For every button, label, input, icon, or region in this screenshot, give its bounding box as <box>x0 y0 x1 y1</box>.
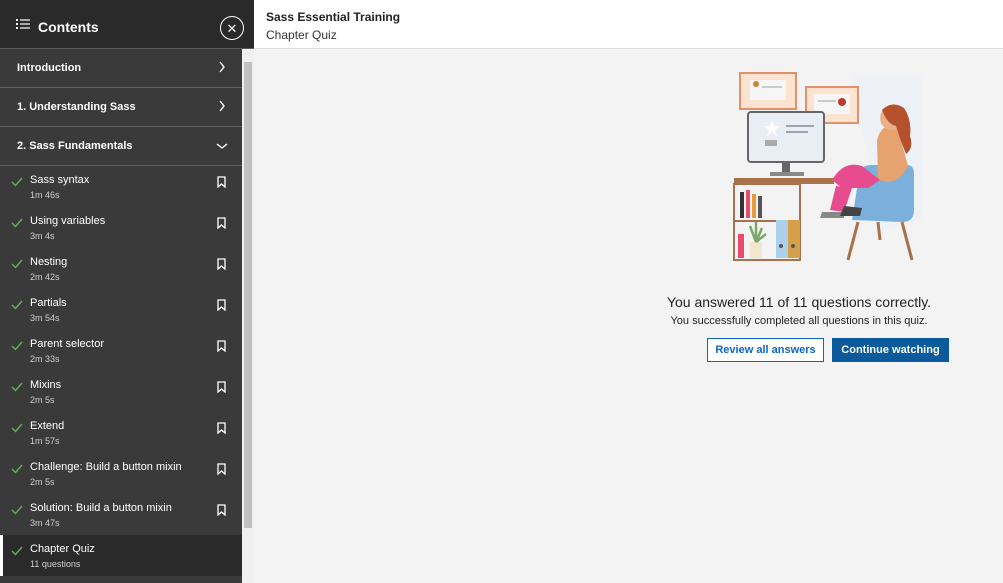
bookmark-icon[interactable] <box>217 258 226 270</box>
lesson-duration: 3m 47s <box>30 518 60 528</box>
lesson-title: Mixins <box>30 379 62 391</box>
lesson-duration: 1m 46s <box>30 190 60 200</box>
continue-watching-button[interactable]: Continue watching <box>832 338 949 362</box>
bookmark-icon[interactable] <box>217 463 226 475</box>
lesson-item[interactable]: Partials 3m 54s <box>0 289 242 330</box>
lesson-title: Chapter Quiz <box>30 543 95 555</box>
check-icon <box>11 423 23 433</box>
lesson-question-count: 11 questions <box>30 559 81 569</box>
lesson-title: Solution: Build a button mixin <box>30 502 172 514</box>
lesson-item[interactable]: Parent selector 2m 33s <box>0 330 242 371</box>
lesson-title: Extend <box>30 420 65 432</box>
list-icon <box>16 19 30 29</box>
chapter-label: 1. Understanding Sass <box>17 101 136 113</box>
lesson-duration: 2m 5s <box>30 477 55 487</box>
lesson-item[interactable]: Solution: Build a button mixin 3m 47s <box>0 494 242 535</box>
check-icon <box>11 505 23 515</box>
close-sidebar-button[interactable]: ✕ <box>220 16 244 40</box>
bookmark-icon[interactable] <box>217 217 226 229</box>
lesson-item[interactable]: Challenge: Build a button mixin 2m 5s <box>0 453 242 494</box>
chevron-down-icon <box>216 143 228 149</box>
close-icon: ✕ <box>226 20 238 36</box>
chapter-sass-fundamentals[interactable]: 2. Sass Fundamentals <box>0 127 242 166</box>
bookmark-icon[interactable] <box>217 299 226 311</box>
lesson-duration: 3m 4s <box>30 231 55 241</box>
contents-sidebar: Contents ✕ Introduction 1. Understanding… <box>0 0 254 583</box>
lesson-duration: 1m 57s <box>30 436 60 446</box>
main-header: Sass Essential Training Chapter Quiz <box>254 0 1003 49</box>
check-icon <box>11 300 23 310</box>
chapter-label: 2. Sass Fundamentals <box>17 140 133 152</box>
bookmark-icon[interactable] <box>217 504 226 516</box>
lesson-item[interactable]: Mixins 2m 5s <box>0 371 242 412</box>
bookmark-icon[interactable] <box>217 340 226 352</box>
lesson-duration: 3m 54s <box>30 313 60 323</box>
lesson-duration: 2m 42s <box>30 272 60 282</box>
page-subtitle: Chapter Quiz <box>266 28 337 42</box>
chapter-understanding-sass[interactable]: 1. Understanding Sass <box>0 88 242 127</box>
lesson-duration: 2m 5s <box>30 395 55 405</box>
sidebar-title: Contents <box>38 19 99 35</box>
quiz-result-title: You answered 11 of 11 questions correctl… <box>666 294 932 310</box>
check-icon <box>11 546 23 556</box>
check-icon <box>11 218 23 228</box>
chapter-label: Introduction <box>17 62 82 74</box>
chevron-right-icon <box>219 61 225 73</box>
lesson-title: Sass syntax <box>30 174 90 186</box>
main-content: Sass Essential Training Chapter Quiz You… <box>254 0 1003 583</box>
chevron-right-icon <box>219 100 225 112</box>
lesson-item[interactable]: Sass syntax 1m 46s <box>0 166 242 207</box>
lesson-item[interactable]: Using variables 3m 4s <box>0 207 242 248</box>
check-icon <box>11 341 23 351</box>
quiz-result-message: You successfully completed all questions… <box>670 315 928 327</box>
review-all-answers-button[interactable]: Review all answers <box>707 338 824 362</box>
sidebar-scrollbar-thumb[interactable] <box>244 62 252 528</box>
lesson-title: Partials <box>30 297 67 309</box>
lesson-item-chapter-quiz[interactable]: Chapter Quiz 11 questions <box>0 535 242 576</box>
app-window: Contents ✕ Introduction 1. Understanding… <box>0 0 1003 583</box>
course-title: Sass Essential Training <box>266 10 401 24</box>
lesson-item[interactable]: Extend 1m 57s <box>0 412 242 453</box>
lesson-item[interactable]: Nesting 2m 42s <box>0 248 242 289</box>
check-icon <box>11 259 23 269</box>
quiz-complete-illustration <box>733 72 922 261</box>
bookmark-icon[interactable] <box>217 422 226 434</box>
sidebar-header: Contents ✕ <box>0 0 254 49</box>
lesson-title: Challenge: Build a button mixin <box>30 461 182 473</box>
check-icon <box>11 464 23 474</box>
active-indicator <box>0 535 3 576</box>
lesson-duration: 2m 33s <box>30 354 60 364</box>
bookmark-icon[interactable] <box>217 176 226 188</box>
chapter-introduction[interactable]: Introduction <box>0 49 242 88</box>
lesson-title: Nesting <box>30 256 68 268</box>
bookmark-icon[interactable] <box>217 381 226 393</box>
lesson-title: Parent selector <box>30 338 104 350</box>
sidebar-list: Introduction 1. Understanding Sass 2. Sa… <box>0 49 242 583</box>
check-icon <box>11 177 23 187</box>
check-icon <box>11 382 23 392</box>
lesson-title: Using variables <box>30 215 106 227</box>
